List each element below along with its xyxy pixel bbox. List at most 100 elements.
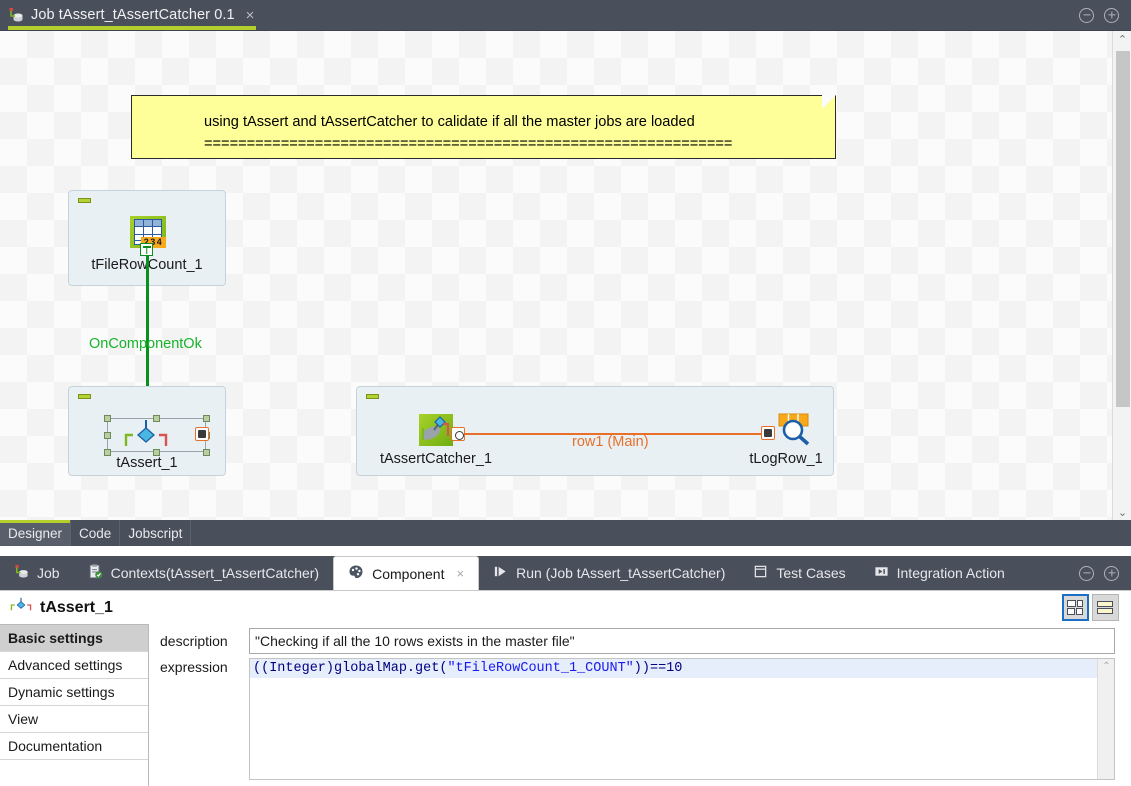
job-tab-title: Job tAssert_tAssertCatcher 0.1 bbox=[31, 7, 235, 23]
settings-tab-dynamic-label: Dynamic settings bbox=[8, 684, 115, 700]
minimize-icon[interactable] bbox=[1079, 565, 1094, 581]
maximize-icon[interactable] bbox=[1104, 7, 1119, 23]
layout-toggle-group bbox=[1062, 594, 1131, 621]
job-editor-tab[interactable]: Job tAssert_tAssertCatcher 0.1 × bbox=[0, 0, 265, 30]
properties-body: Basic settings Advanced settings Dynamic… bbox=[0, 624, 1131, 786]
tab-contexts[interactable]: Contexts(tAssert_tAssertCatcher) bbox=[74, 556, 334, 590]
settings-tab-basic[interactable]: Basic settings bbox=[0, 625, 148, 652]
bottom-view-tabs: Job Contexts(tAssert_tAssertCatcher) Com… bbox=[0, 556, 1131, 590]
tab-jobscript-label: Jobscript bbox=[128, 525, 183, 541]
settings-tab-view[interactable]: View bbox=[0, 706, 148, 733]
component-label-tassertcatcher: tAssertCatcher_1 bbox=[379, 451, 493, 467]
assert-icon bbox=[10, 596, 32, 619]
tab-run[interactable]: Run (Job tAssert_tAssertCatcher) bbox=[479, 556, 739, 590]
selection-handle[interactable] bbox=[104, 432, 111, 439]
tab-component-label: Component bbox=[372, 565, 445, 582]
note-fold-corner bbox=[822, 95, 836, 109]
field-description: description bbox=[149, 628, 1131, 654]
assert-icon bbox=[123, 420, 169, 448]
test-cases-icon bbox=[753, 564, 768, 582]
tab-job-label: Job bbox=[37, 565, 60, 581]
settings-tab-advanced[interactable]: Advanced settings bbox=[0, 652, 148, 679]
grid-layout-button[interactable] bbox=[1062, 594, 1089, 621]
close-icon[interactable]: × bbox=[456, 566, 464, 581]
expression-suffix: ))==10 bbox=[633, 661, 683, 676]
connection-source-port[interactable] bbox=[140, 243, 153, 256]
tab-designer-label: Designer bbox=[8, 525, 63, 541]
expression-prefix: ((Integer)globalMap.get( bbox=[253, 661, 448, 676]
component-subjob-marker bbox=[78, 394, 91, 399]
settings-tab-list: Basic settings Advanced settings Dynamic… bbox=[0, 624, 149, 786]
tab-test-cases-label: Test Cases bbox=[776, 565, 846, 581]
editor-mode-tabs: Designer Code Jobscript bbox=[0, 520, 1131, 546]
job-icon bbox=[14, 564, 29, 582]
note-line-1: using tAssert and tAssertCatcher to cali… bbox=[204, 114, 695, 130]
tab-designer[interactable]: Designer bbox=[0, 520, 72, 546]
tab-component[interactable]: Component × bbox=[333, 556, 480, 590]
window-controls bbox=[1079, 7, 1131, 23]
tab-code-label: Code bbox=[79, 525, 112, 541]
component-palette-icon bbox=[348, 564, 364, 583]
selection-handle[interactable] bbox=[104, 415, 111, 422]
settings-fields: description expression ((Integer)globalM… bbox=[149, 624, 1131, 786]
expression-vertical-scrollbar[interactable]: ⌃ bbox=[1097, 659, 1114, 779]
scroll-down-icon[interactable]: ⌄ bbox=[1113, 504, 1131, 521]
tab-integration-action-label: Integration Action bbox=[896, 565, 1005, 581]
field-expression: expression ((Integer)globalMap.get("tFil… bbox=[149, 654, 1131, 780]
description-label: description bbox=[160, 633, 228, 649]
canvas-vertical-scrollbar[interactable]: ⌃ ⌄ bbox=[1112, 31, 1131, 521]
canvas-note[interactable]: using tAssert and tAssertCatcher to cali… bbox=[131, 95, 836, 159]
connection-oncomponentok-line[interactable] bbox=[146, 249, 149, 407]
subjob-assertcatcher[interactable]: tAssertCatcher_1 row1 (Main) tLogRow_1 bbox=[356, 386, 834, 476]
component-tassert[interactable]: tAssert_1 bbox=[68, 386, 226, 476]
list-layout-button[interactable] bbox=[1092, 594, 1119, 621]
selection-handle[interactable] bbox=[203, 415, 210, 422]
expression-label: expression bbox=[160, 659, 228, 675]
log-row-icon bbox=[776, 412, 816, 446]
window-title-bar: Job tAssert_tAssertCatcher 0.1 × bbox=[0, 0, 1131, 30]
assert-catcher-icon bbox=[419, 414, 453, 446]
row-source-port[interactable] bbox=[451, 427, 465, 441]
tab-code[interactable]: Code bbox=[71, 520, 121, 546]
minimize-icon[interactable] bbox=[1079, 7, 1094, 23]
row-target-port[interactable] bbox=[761, 426, 775, 440]
close-icon[interactable]: × bbox=[246, 8, 255, 23]
component-subjob-marker bbox=[78, 198, 91, 203]
connection-label-oncomponentok[interactable]: OnComponentOk bbox=[89, 336, 202, 352]
expression-string-literal: "tFileRowCount_1_COUNT" bbox=[447, 661, 634, 676]
assert-output-port[interactable] bbox=[195, 427, 209, 441]
job-icon bbox=[8, 7, 24, 23]
settings-tab-documentation-label: Documentation bbox=[8, 738, 103, 754]
settings-tab-basic-label: Basic settings bbox=[8, 630, 103, 646]
integration-action-icon bbox=[874, 564, 889, 582]
expression-code-line[interactable]: ((Integer)globalMap.get("tFileRowCount_1… bbox=[250, 659, 1114, 678]
component-properties-panel: tAssert_1 Basic settings Advanced settin… bbox=[0, 590, 1131, 786]
tab-run-label: Run (Job tAssert_tAssertCatcher) bbox=[516, 565, 726, 581]
scroll-up-icon[interactable]: ⌃ bbox=[1098, 659, 1115, 674]
settings-tab-dynamic[interactable]: Dynamic settings bbox=[0, 679, 148, 706]
note-line-2: ========================================… bbox=[204, 135, 733, 152]
tab-integration-action[interactable]: Integration Action bbox=[860, 556, 1019, 590]
job-designer-canvas[interactable]: using tAssert and tAssertCatcher to cali… bbox=[0, 31, 1112, 521]
view-window-controls bbox=[1079, 556, 1131, 590]
scrollbar-thumb[interactable] bbox=[1116, 51, 1130, 407]
connection-label-row1[interactable]: row1 (Main) bbox=[572, 434, 649, 450]
maximize-icon[interactable] bbox=[1104, 565, 1119, 581]
settings-tab-advanced-label: Advanced settings bbox=[8, 657, 123, 673]
page-title: tAssert_1 bbox=[40, 598, 113, 616]
run-icon bbox=[493, 564, 508, 582]
component-label-tassert: tAssert_1 bbox=[116, 455, 178, 471]
expression-editor[interactable]: ((Integer)globalMap.get("tFileRowCount_1… bbox=[249, 658, 1115, 780]
properties-header: tAssert_1 bbox=[0, 591, 1131, 624]
component-label-tlogrow: tLogRow_1 bbox=[749, 451, 823, 467]
description-input[interactable] bbox=[249, 628, 1115, 654]
tab-jobscript[interactable]: Jobscript bbox=[120, 520, 192, 546]
component-subjob-marker bbox=[366, 394, 379, 399]
settings-tab-view-label: View bbox=[8, 711, 39, 727]
scroll-up-icon[interactable]: ⌃ bbox=[1113, 31, 1131, 48]
job-designer-canvas-area: using tAssert and tAssertCatcher to cali… bbox=[0, 30, 1131, 521]
tab-test-cases[interactable]: Test Cases bbox=[739, 556, 859, 590]
settings-tab-documentation[interactable]: Documentation bbox=[0, 733, 148, 760]
tab-job[interactable]: Job bbox=[0, 556, 74, 590]
tab-contexts-label: Contexts(tAssert_tAssertCatcher) bbox=[110, 565, 320, 581]
